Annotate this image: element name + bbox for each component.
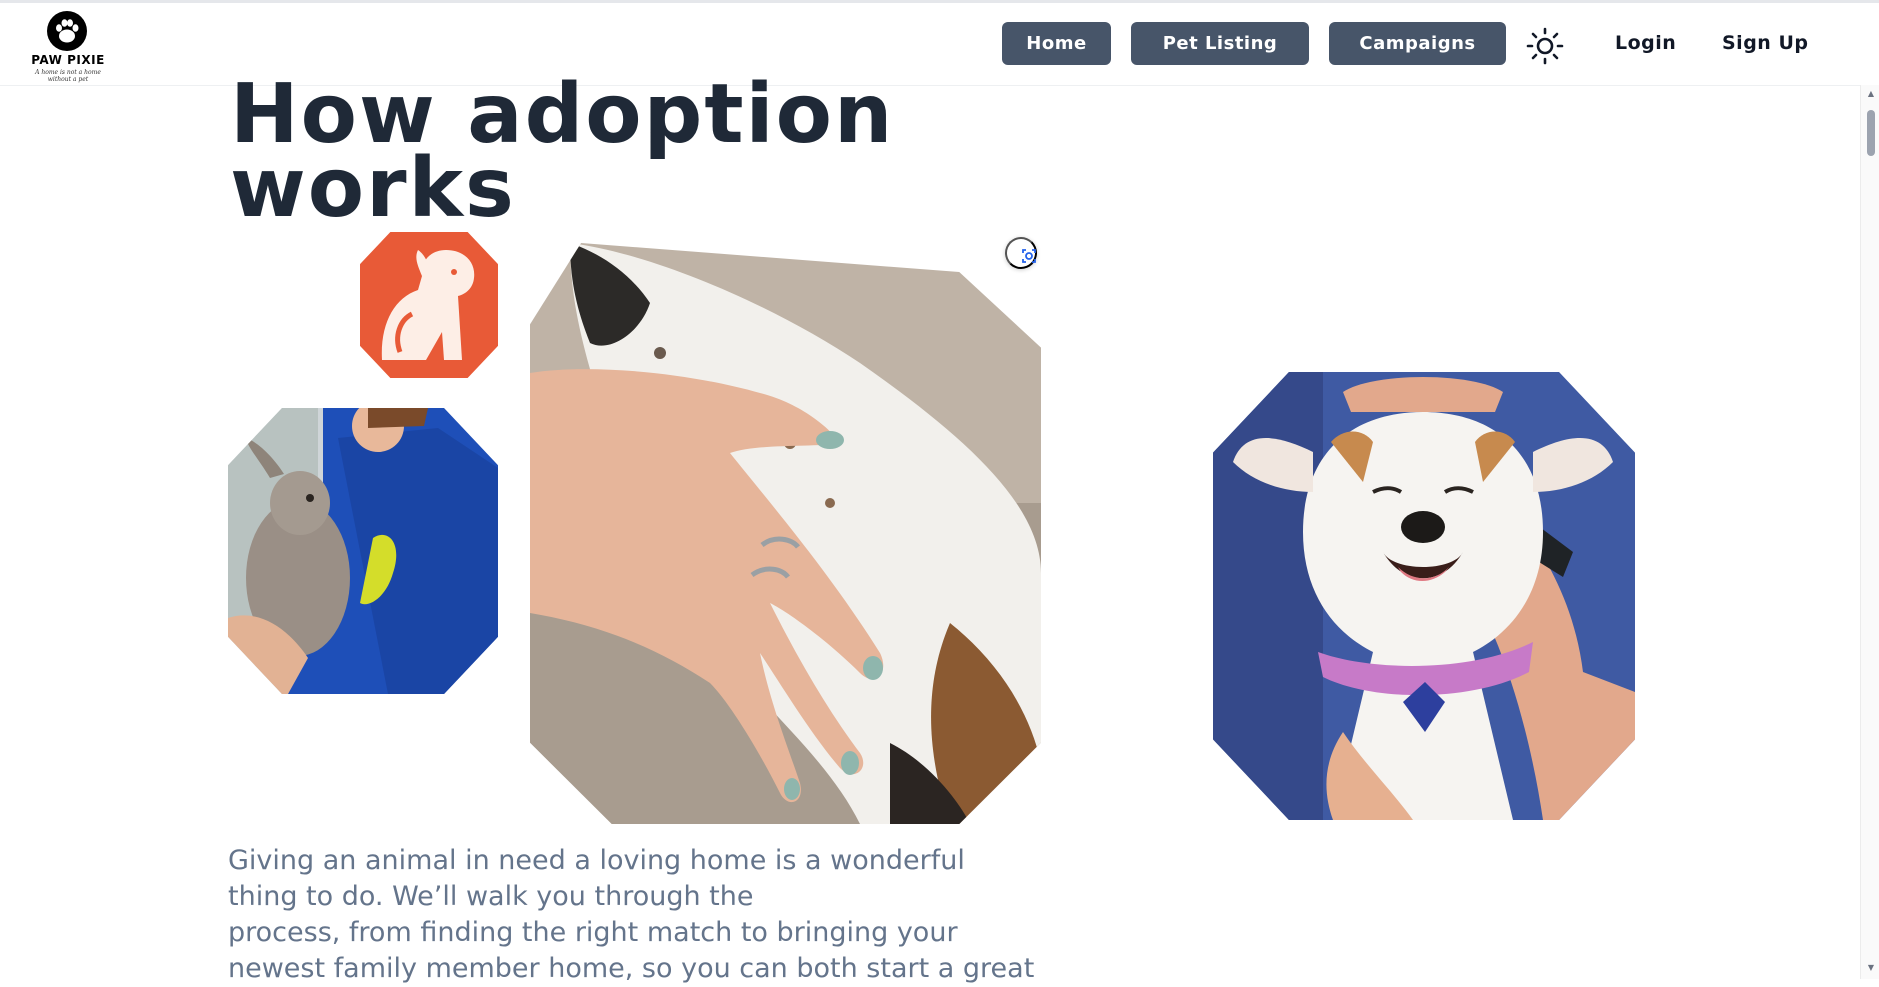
- dog-logo-badge: [360, 232, 498, 378]
- sun-icon[interactable]: [1526, 27, 1564, 65]
- paw-icon: [47, 11, 87, 51]
- scrollbar-thumb[interactable]: [1867, 110, 1875, 156]
- nav-pet-listing-button[interactable]: Pet Listing: [1131, 22, 1309, 65]
- title-line-2: works: [230, 141, 516, 236]
- rabbit-held-photo: [228, 408, 498, 694]
- scroll-down-arrow-icon[interactable]: ▼: [1866, 963, 1876, 973]
- login-link[interactable]: Login: [1615, 32, 1676, 54]
- page-title: How adoption works: [230, 74, 1130, 230]
- description-line-1: Giving an animal in need a loving home i…: [228, 845, 965, 876]
- visual-search-icon[interactable]: [1005, 237, 1037, 269]
- description-line-2: thing to do. We’ll walk you through the: [228, 881, 754, 912]
- description-line-4: newest family member home, so you can bo…: [228, 953, 1035, 984]
- happy-dog-photo: [1213, 372, 1635, 820]
- nav-home-button[interactable]: Home: [1002, 22, 1111, 65]
- page-scrollbar[interactable]: ▲ ▼: [1860, 85, 1879, 979]
- brand-logo[interactable]: PAW PIXIE A home is not a home without a…: [18, 11, 118, 83]
- hand-on-dog-photo: [530, 243, 1041, 824]
- description-line-3: process, from finding the right match to…: [228, 917, 958, 948]
- signup-link[interactable]: Sign Up: [1722, 32, 1808, 54]
- brand-tagline: A home is not a home without a pet: [35, 69, 101, 83]
- adoption-description: Giving an animal in need a loving home i…: [228, 843, 1048, 987]
- brand-name: PAW PIXIE: [31, 53, 105, 67]
- nav-campaigns-button[interactable]: Campaigns: [1329, 22, 1506, 65]
- scroll-up-arrow-icon[interactable]: ▲: [1866, 89, 1876, 99]
